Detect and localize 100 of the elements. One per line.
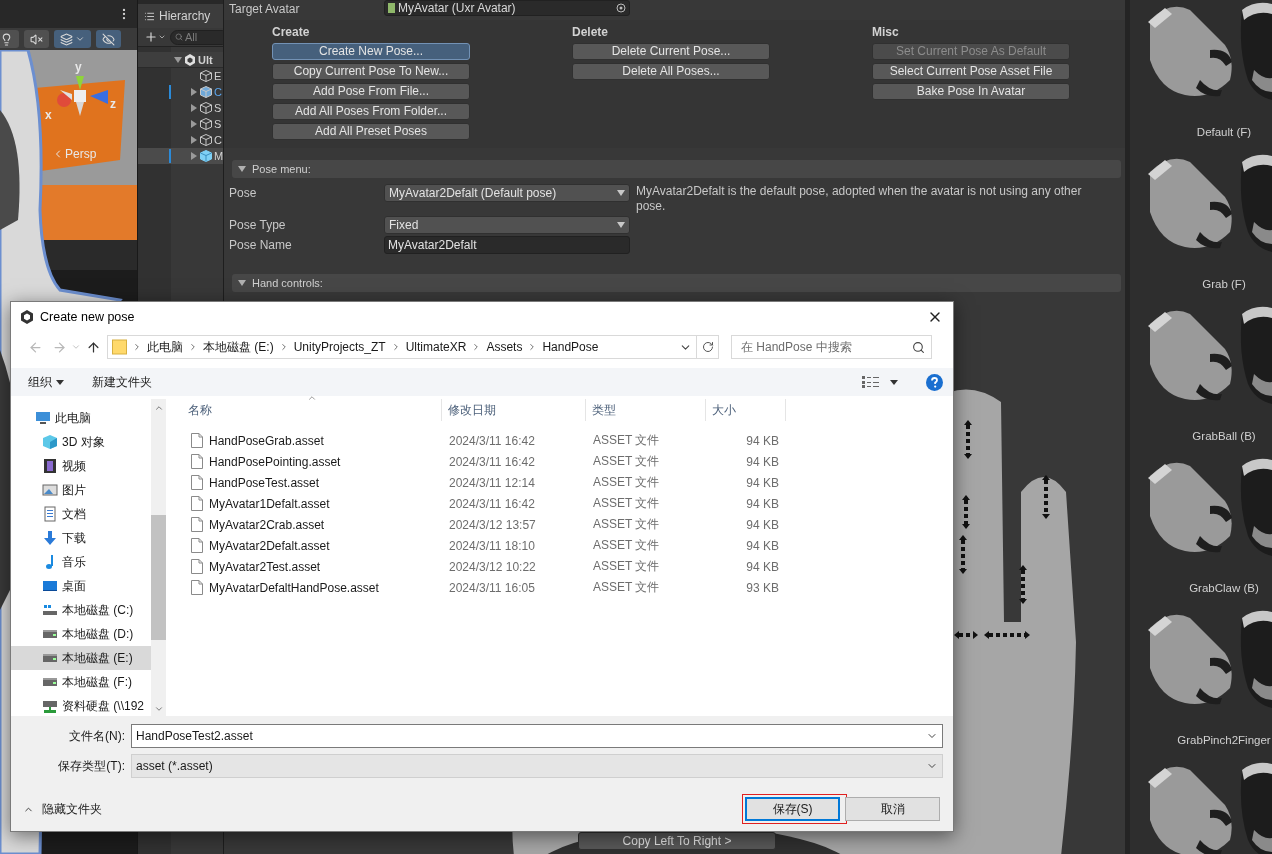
breadcrumb-item[interactable]: Assets <box>486 340 523 354</box>
file-name[interactable]: MyAvatarDefaltHandPose.asset <box>169 580 442 595</box>
view-options-icon[interactable] <box>862 376 880 388</box>
text-field[interactable]: MyAvatar2Defalt <box>384 236 630 254</box>
file-name-field[interactable]: HandPoseTest2.asset <box>131 724 943 748</box>
foldout-arrow-icon[interactable] <box>238 165 246 173</box>
nav-item[interactable]: 文档 <box>11 502 151 526</box>
hide-folders-toggle[interactable]: 隐藏文件夹 <box>23 800 745 818</box>
nav-item[interactable]: 本地磁盘 (C:) <box>11 598 151 622</box>
nav-item[interactable]: 下载 <box>11 526 151 550</box>
new-folder-button[interactable]: 新建文件夹 <box>92 373 152 391</box>
section-title: Hand controls: <box>252 277 323 289</box>
file-size: 94 KB <box>745 517 780 532</box>
nav-item[interactable]: 本地磁盘 (E:) <box>11 646 151 670</box>
action-button[interactable]: Select Current Pose Asset File <box>872 63 1070 80</box>
field-label: 文件名(N): <box>68 727 126 745</box>
file-name[interactable]: HandPoseTest.asset <box>169 475 442 490</box>
file-type-dropdown[interactable]: asset (*.asset) <box>131 754 943 778</box>
hierarchy-row[interactable]: M <box>138 148 223 164</box>
hierarchy-row[interactable]: Ult <box>138 52 223 68</box>
effects-toggle[interactable] <box>54 30 91 48</box>
scrollbar[interactable] <box>151 399 166 716</box>
pose-name: GrabClaw (B) <box>1189 582 1259 594</box>
action-button[interactable]: Add All Preset Poses <box>272 123 470 140</box>
action-button[interactable]: Copy Current Pose To New... <box>272 63 470 80</box>
nav-item[interactable]: 资料硬盘 (\\192 <box>11 694 151 716</box>
search-field[interactable]: 在 HandPose 中搜索 <box>731 335 932 359</box>
lighting-toggle[interactable] <box>0 30 19 48</box>
action-button[interactable]: Create New Pose... <box>272 43 470 60</box>
scroll-thumb[interactable] <box>151 515 166 640</box>
cube-icon <box>200 150 212 162</box>
breadcrumb-item[interactable]: UltimateXR <box>405 340 467 354</box>
file-icon <box>191 475 203 490</box>
breadcrumb-item[interactable]: 此电脑 <box>147 338 183 356</box>
dropdown-arrow-icon[interactable] <box>617 189 625 197</box>
target-icon[interactable] <box>616 3 626 13</box>
action-button[interactable]: Add Pose From File... <box>272 83 470 100</box>
column-header[interactable]: 类型 <box>586 399 706 421</box>
file-name[interactable]: HandPosePointing.asset <box>169 454 442 469</box>
hierarchy-row[interactable]: S <box>138 116 223 132</box>
action-button[interactable]: Delete All Poses... <box>572 63 770 80</box>
copy-button[interactable]: Copy Left To Right > <box>578 832 776 850</box>
file-name[interactable]: HandPoseGrab.asset <box>169 433 442 448</box>
caret-icon <box>56 379 64 385</box>
dropdown-arrow-icon[interactable] <box>617 221 625 229</box>
expand-arrow-icon[interactable] <box>174 55 182 64</box>
dialog-button[interactable]: 取消 <box>845 797 940 821</box>
file-type: ASSET 文件 <box>592 474 661 491</box>
expand-arrow-icon[interactable] <box>190 136 198 144</box>
hierarchy-row[interactable]: E <box>138 68 223 84</box>
nav-item[interactable]: 音乐 <box>11 550 151 574</box>
expand-arrow-icon[interactable] <box>190 120 198 128</box>
breadcrumb-item[interactable]: UnityProjects_ZT <box>293 340 386 354</box>
action-button[interactable]: Delete Current Pose... <box>572 43 770 60</box>
visibility-toggle[interactable] <box>96 30 121 48</box>
breadcrumb-item[interactable]: 本地磁盘 (E:) <box>203 338 274 356</box>
file-name[interactable]: MyAvatar2Test.asset <box>169 559 442 574</box>
foldout-arrow-icon[interactable] <box>238 279 246 287</box>
nav-item[interactable]: 本地磁盘 (F:) <box>11 670 151 694</box>
avatar-field[interactable]: MyAvatar (Uxr Avatar) <box>384 0 630 16</box>
field-label: Pose Type <box>229 217 287 234</box>
caret-icon[interactable] <box>890 379 898 385</box>
nav-item[interactable]: 3D 对象 <box>11 430 151 454</box>
hierarchy-row[interactable]: C <box>138 132 223 148</box>
address-bar[interactable]: 此电脑 本地磁盘 (E:) UnityProjects_ZT UltimateXR Assets HandPose <box>107 335 697 359</box>
nav-item[interactable]: 视频 <box>11 454 151 478</box>
nav-item[interactable]: 本地磁盘 (D:) <box>11 622 151 646</box>
column-header[interactable]: 修改日期 <box>442 399 586 421</box>
file-name[interactable]: MyAvatar2Crab.asset <box>169 517 442 532</box>
column-header[interactable]: 大小 <box>706 399 786 421</box>
hierarchy-row[interactable]: S <box>138 100 223 116</box>
field-note: MyAvatar2Defalt is the default pose, adopted when the avatar is not using any other pose. <box>635 184 1083 214</box>
scroll-up-icon[interactable] <box>153 403 164 413</box>
column-header[interactable]: 名称 <box>169 399 442 421</box>
add-button[interactable] <box>144 30 166 44</box>
refresh-button[interactable] <box>697 335 719 359</box>
expand-arrow-icon[interactable] <box>190 152 198 160</box>
hierarchy-row[interactable]: C <box>138 84 223 100</box>
help-icon[interactable] <box>926 373 943 391</box>
file-name[interactable]: MyAvatar2Defalt.asset <box>169 538 442 553</box>
audio-toggle[interactable] <box>24 30 49 48</box>
section-header[interactable]: Pose menu: <box>232 160 1121 178</box>
expand-arrow-icon[interactable] <box>190 104 198 112</box>
nav-item[interactable]: 图片 <box>11 478 151 502</box>
dropdown-field[interactable]: MyAvatar2Defalt (Default pose) <box>384 184 630 202</box>
action-button[interactable]: Bake Pose In Avatar <box>872 83 1070 100</box>
downloads-icon <box>42 530 58 546</box>
section-header[interactable]: Hand controls: <box>232 274 1121 292</box>
scroll-down-icon[interactable] <box>153 704 164 714</box>
nav-item[interactable]: 桌面 <box>11 574 151 598</box>
organize-menu[interactable]: 组织 <box>28 373 64 391</box>
action-button[interactable]: Add All Poses From Folder... <box>272 103 470 120</box>
dialog-button[interactable]: 保存(S) <box>745 797 840 821</box>
dropdown-field[interactable]: Fixed <box>384 216 630 234</box>
nav-item[interactable]: 此电脑 <box>11 406 151 430</box>
file-name[interactable]: MyAvatar1Defalt.asset <box>169 496 442 511</box>
hierarchy-tab[interactable]: Hierarchy <box>138 4 223 28</box>
breadcrumb-item[interactable]: HandPose <box>542 340 599 354</box>
expand-arrow-icon[interactable] <box>190 88 198 96</box>
cube-icon <box>200 102 212 114</box>
